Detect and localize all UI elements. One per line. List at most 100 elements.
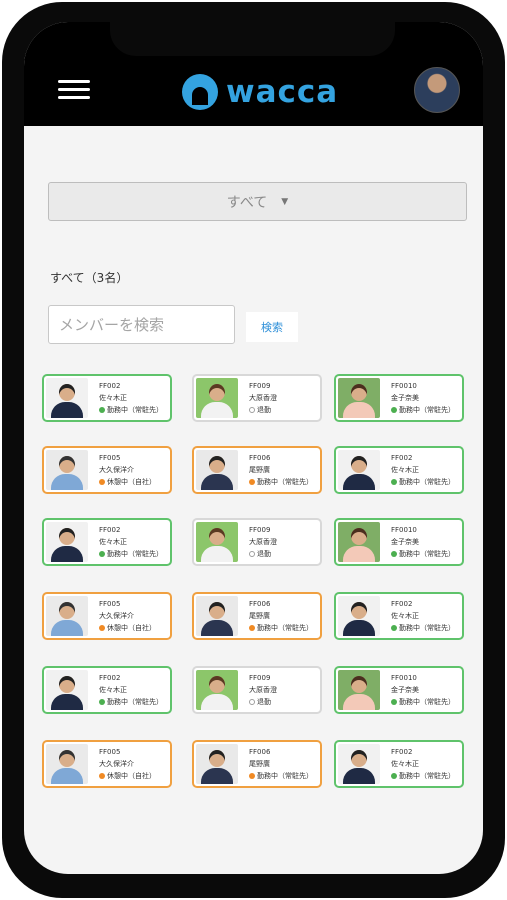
member-photo — [338, 670, 380, 710]
member-card[interactable]: FF009 大原香澄退勤 — [192, 518, 322, 566]
member-info: FF006 尾野廣 勤務中（常駐先） — [249, 452, 313, 488]
member-info: FF0010 金子奈美勤務中（常駐先） — [391, 380, 455, 416]
member-info: FF005 大久保洋介 休憩中（自社） — [99, 452, 156, 488]
brand-logo[interactable]: wacca — [182, 72, 338, 112]
member-status: 勤務中（常駐先） — [391, 476, 455, 488]
member-status-text: 勤務中（常駐先） — [399, 624, 455, 632]
member-photo — [46, 522, 88, 562]
member-name: 金子奈美 — [391, 394, 419, 402]
member-info: FF006 尾野廣 勤務中（常駐先） — [249, 598, 313, 634]
member-card[interactable]: FF009 大原香澄 退勤 — [192, 666, 322, 714]
member-id: FF002 — [391, 600, 413, 608]
member-name: 尾野廣 — [249, 760, 270, 768]
member-status: 勤務中（常駐先） — [391, 770, 455, 782]
member-photo — [338, 522, 380, 562]
member-id: FF002 — [99, 382, 121, 390]
member-status-text: 退勤 — [257, 550, 271, 558]
member-id: FF009 — [249, 382, 271, 390]
member-status-text: 休憩中（自社） — [107, 478, 156, 486]
member-status: 退勤 — [249, 696, 277, 708]
member-status: 勤務中（常駐先） — [99, 548, 163, 560]
hamburger-menu-icon[interactable] — [58, 80, 90, 100]
member-name: 大原香澄 — [249, 686, 277, 694]
status-dot-icon — [99, 479, 105, 485]
member-status-text: 勤務中（常駐先） — [399, 698, 455, 706]
status-dot-icon — [391, 699, 397, 705]
filter-select[interactable]: すべて ▼ — [48, 182, 467, 221]
member-card[interactable]: FF005 大久保洋介 休憩中（自社） — [42, 446, 172, 494]
member-id: FF005 — [99, 454, 121, 462]
member-name: 金子奈美 — [391, 686, 419, 694]
member-name: 大原香澄 — [249, 538, 277, 546]
member-info: FF002 佐々木正 勤務中（常駐先） — [99, 524, 163, 560]
member-card[interactable]: FF009 大原香澄 退勤 — [192, 374, 322, 422]
member-card[interactable]: FF002 佐々木正勤務中（常駐先） — [334, 592, 464, 640]
member-card[interactable]: FF0010 金子奈美勤務中（常駐先） — [334, 374, 464, 422]
member-photo — [46, 670, 88, 710]
member-photo — [196, 522, 238, 562]
phone-frame: wacca すべて ▼ すべて（3名） 検索 FF002佐々木正勤務中（常駐先）… — [2, 2, 505, 898]
member-id: FF005 — [99, 600, 121, 608]
member-info: FF009 大原香澄 退勤 — [249, 380, 277, 416]
member-id: FF002 — [391, 748, 413, 756]
member-card[interactable]: FF002 佐々木正勤務中（常駐先） — [334, 740, 464, 788]
member-info: FF0010 金子奈美 勤務中（常駐先） — [391, 524, 455, 560]
member-photo — [196, 744, 238, 784]
member-photo — [46, 378, 88, 418]
member-info: FF005 大久保洋介 休憩中（自社） — [99, 598, 156, 634]
screen: wacca すべて ▼ すべて（3名） 検索 FF002佐々木正勤務中（常駐先）… — [24, 22, 483, 874]
status-dot-icon — [249, 773, 255, 779]
status-dot-icon — [99, 773, 105, 779]
notch — [110, 22, 395, 56]
member-card[interactable]: FF002 佐々木正 勤務中（常駐先） — [42, 666, 172, 714]
member-card[interactable]: FF002 佐々木正 勤務中（常駐先） — [334, 446, 464, 494]
member-status-text: 勤務中（常駐先） — [257, 772, 313, 780]
member-card[interactable]: FF005 大久保洋介 休憩中（自社） — [42, 740, 172, 788]
member-status-text: 退勤 — [257, 698, 271, 706]
member-card[interactable]: FF005 大久保洋介 休憩中（自社） — [42, 592, 172, 640]
member-status: 休憩中（自社） — [99, 770, 156, 782]
member-status: 休憩中（自社） — [99, 476, 156, 488]
member-photo — [338, 744, 380, 784]
search-button[interactable]: 検索 — [246, 312, 298, 342]
member-info: FF002 佐々木正勤務中（常駐先） — [391, 746, 455, 782]
status-dot-icon — [249, 479, 255, 485]
status-dot-icon — [99, 551, 105, 557]
member-card[interactable]: FF006 尾野廣 勤務中（常駐先） — [192, 592, 322, 640]
member-status: 勤務中（常駐先） — [249, 476, 313, 488]
member-info: FF006 尾野廣 勤務中（常駐先） — [249, 746, 313, 782]
member-card[interactable]: FF002 佐々木正 勤務中（常駐先） — [42, 518, 172, 566]
status-dot-icon — [391, 551, 397, 557]
member-id: FF009 — [249, 526, 271, 534]
status-dot-icon — [391, 479, 397, 485]
member-id: FF006 — [249, 454, 271, 462]
member-photo — [196, 670, 238, 710]
member-card[interactable]: FF006 尾野廣 勤務中（常駐先） — [192, 446, 322, 494]
member-name: 佐々木正 — [391, 612, 419, 620]
member-name: 佐々木正 — [391, 760, 419, 768]
member-status-text: 勤務中（常駐先） — [107, 698, 163, 706]
member-id: FF0010 — [391, 382, 417, 390]
member-card[interactable]: FF0010 金子奈美 勤務中（常駐先） — [334, 518, 464, 566]
member-name: 金子奈美 — [391, 538, 419, 546]
member-photo — [338, 596, 380, 636]
member-status-text: 勤務中（常駐先） — [399, 550, 455, 558]
member-card[interactable]: FF006 尾野廣 勤務中（常駐先） — [192, 740, 322, 788]
member-status-text: 休憩中（自社） — [107, 624, 156, 632]
member-card[interactable]: FF0010 金子奈美 勤務中（常駐先） — [334, 666, 464, 714]
search-input[interactable] — [48, 305, 235, 344]
status-dot-icon — [99, 625, 105, 631]
member-id: FF002 — [99, 526, 121, 534]
brand-name: wacca — [226, 74, 339, 110]
member-status-text: 退勤 — [257, 406, 271, 414]
member-id: FF005 — [99, 748, 121, 756]
member-status: 勤務中（常駐先） — [391, 696, 455, 708]
member-photo — [196, 378, 238, 418]
member-name: 佐々木正 — [99, 394, 127, 402]
member-status-text: 勤務中（常駐先） — [399, 406, 455, 414]
user-avatar[interactable] — [414, 67, 460, 113]
member-status: 勤務中（常駐先） — [391, 622, 455, 634]
member-card[interactable]: FF002 佐々木正 勤務中（常駐先） — [42, 374, 172, 422]
member-status-text: 勤務中（常駐先） — [399, 772, 455, 780]
member-info: FF002 佐々木正 勤務中（常駐先） — [391, 452, 455, 488]
